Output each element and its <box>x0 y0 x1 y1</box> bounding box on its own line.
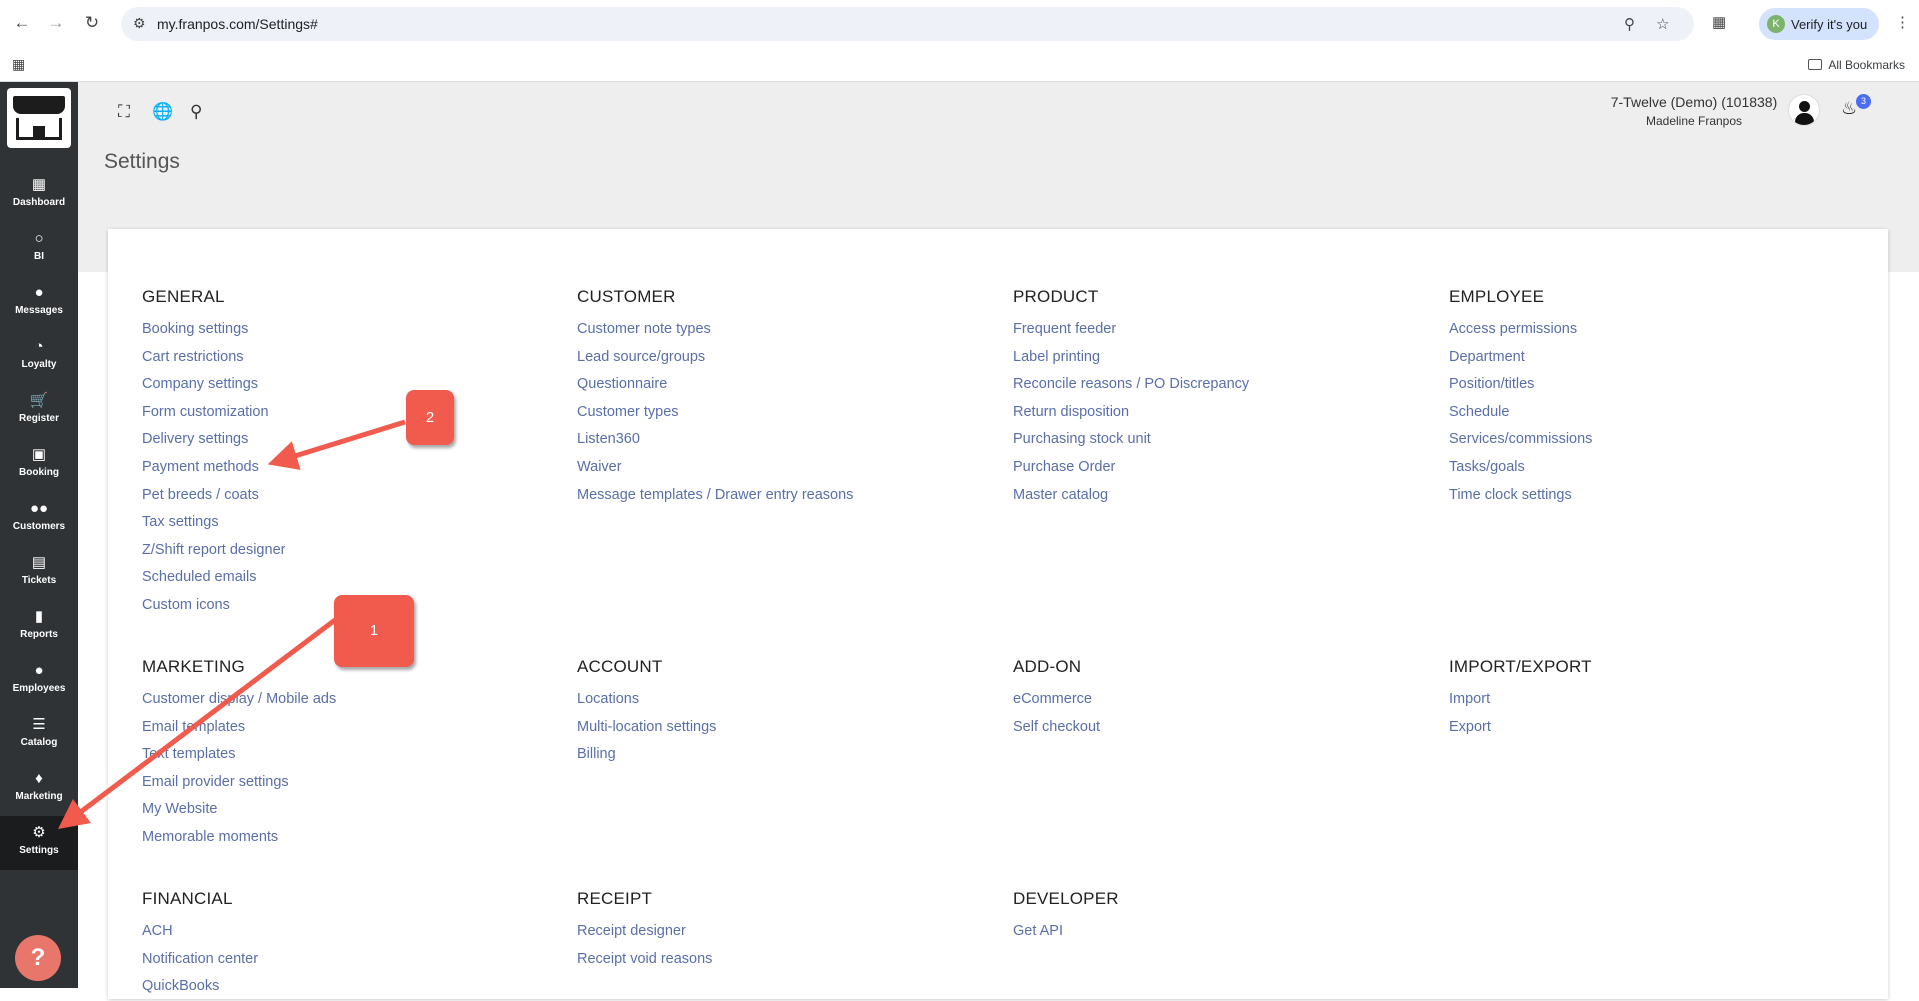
callout-2: 2 <box>406 390 454 445</box>
arrow-1 <box>58 618 337 830</box>
callout-1: 1 <box>334 595 414 667</box>
arrow-2 <box>267 419 406 470</box>
annotation-arrows <box>58 419 406 830</box>
